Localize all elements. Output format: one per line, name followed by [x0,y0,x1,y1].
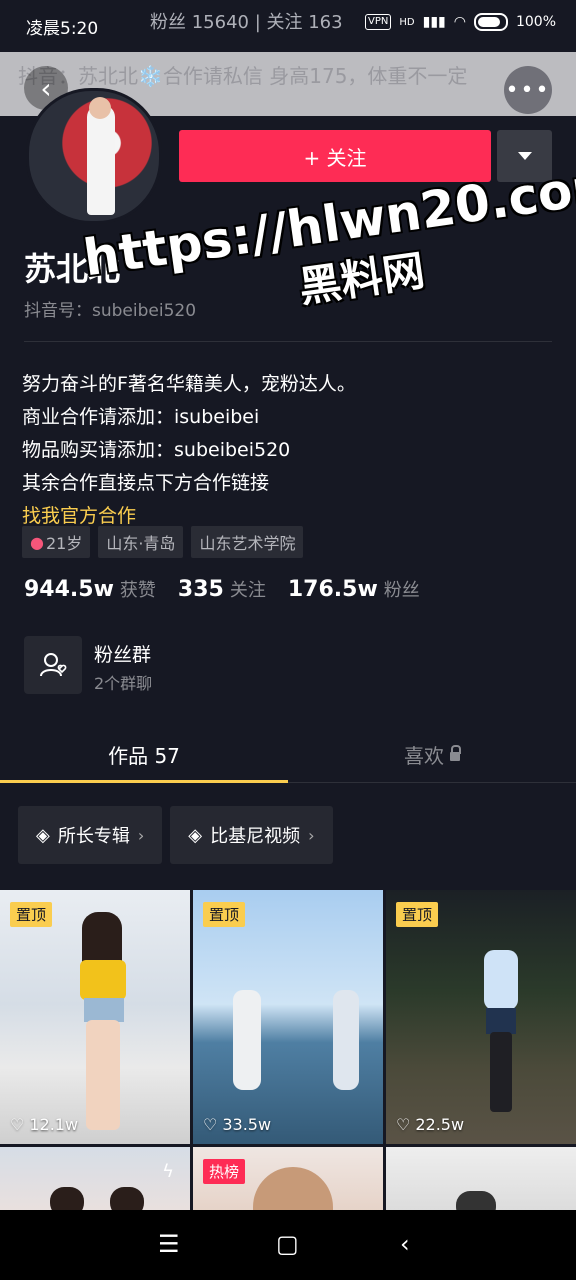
likes-count: 22.5w [415,1115,465,1134]
menu-icon[interactable]: ☰ [158,1230,180,1258]
status-bar: 凌晨5:20 粉丝 15640 | 关注 163 VPN HD ▮▮▮ ◠ 10… [0,0,576,52]
profile-stats: 944.5w 获赞 335 关注 176.5w 粉丝 [24,576,420,602]
more-dots-icon: ••• [505,77,551,103]
back-icon[interactable]: ‹ [400,1230,410,1258]
tab-likes[interactable]: 喜欢 [288,726,576,782]
home-icon[interactable]: ▢ [276,1230,299,1258]
pinned-badge: 置顶 [10,902,53,927]
system-navigation-bar: ☰ ▢ ‹ [0,1210,576,1280]
fan-group-icon-box [24,636,82,694]
likes-value: 944.5w [24,577,114,602]
back-arrow-icon: ‹ [40,71,52,105]
video-likes: ♡ 22.5w [396,1115,464,1134]
status-behind-text: 粉丝 15640 | 关注 163 [150,12,343,33]
fan-group-title: 粉丝群 [94,644,152,666]
likes-count: 33.5w [222,1115,272,1134]
video-thumbnail[interactable]: 置顶 ♡ 22.5w [386,890,576,1144]
female-icon: ● [30,532,44,552]
vpn-icon: VPN [365,14,392,30]
collection-button[interactable]: ◈ 比基尼视频 › [170,806,333,864]
pinned-badge: 置顶 [396,902,439,927]
collection-label: 比基尼视频 [210,826,301,847]
avatar-head [89,97,111,119]
bio-line: 努力奋斗的F著名华籍美人，宠粉达人。 [22,373,356,395]
bio-line: 商业合作请添加：isubeibei [22,406,260,428]
profile-tags: ● 21岁 山东·青岛 山东艺术学院 [22,526,304,558]
lock-icon [450,744,461,761]
avatar[interactable] [26,88,162,224]
likes-count: 12.1w [29,1115,79,1134]
layers-icon: ◈ [36,824,50,846]
chevron-right-icon: › [308,825,315,845]
followers-label: 粉丝 [383,580,420,601]
age-tag: ● 21岁 [22,526,91,558]
followers-stat[interactable]: 176.5w 粉丝 [288,576,420,602]
followers-value: 176.5w [287,577,378,602]
chevron-right-icon: › [137,825,145,845]
status-icons: VPN HD ▮▮▮ ◠ 100% [365,13,556,31]
fan-group-entry[interactable]: 粉丝群 2个群聊 [24,636,152,694]
tab-underline [0,780,288,783]
chevron-down-icon [517,152,532,160]
follow-button[interactable]: + 关注 [179,130,491,182]
tab-likes-label: 喜欢 [404,743,444,768]
collections-row: ◈ 所长专辑 › ◈ 比基尼视频 › [18,806,333,864]
group-heart-icon [40,653,67,677]
heart-icon: ♡ [203,1115,218,1134]
network-icon: HD [399,16,415,28]
heart-icon: ♡ [396,1115,411,1134]
following-value: 335 [177,577,224,602]
layers-icon: ◈ [188,824,203,846]
video-thumbnail[interactable] [386,1147,576,1211]
location-tag: 山东·青岛 [98,526,184,558]
status-time: 凌晨5:20 [26,19,99,39]
video-thumbnail[interactable]: 置顶 ♡ 33.5w [193,890,383,1144]
heart-icon: ♡ [10,1115,25,1134]
trending-badge: 热榜 [203,1159,246,1184]
battery-icon [473,13,508,31]
bio-line: 其余合作直接点下方合作链接 [22,472,270,494]
signal-icon: ▮▮▮ [422,14,446,30]
collection-label: 所长专辑 [57,826,130,847]
avatar-figure [87,105,115,215]
battery-percent: 100% [515,14,556,30]
bio-line: 物品购买请添加：subeibei520 [22,439,291,461]
collection-button[interactable]: ◈ 所长专辑 › [18,806,163,864]
signature-preview: 抖音：苏北北❄️合作请私信 身高175，体重不一定 [18,64,468,88]
following-label: 关注 [229,580,266,601]
likes-label: 获赞 [119,580,156,601]
likes-stat: 944.5w 获赞 [24,576,156,602]
lightning-icon: ϟ [162,1161,174,1182]
video-thumbnail[interactable]: ϟ [0,1147,190,1211]
video-likes: ♡ 12.1w [10,1115,78,1134]
following-stat[interactable]: 335 关注 [178,576,266,602]
pinned-badge: 置顶 [203,902,246,927]
age-label: 21岁 [45,534,83,553]
content-tabs: 作品 57 喜欢 [0,726,576,783]
video-thumbnail[interactable]: 置顶 ♡ 12.1w [0,890,190,1144]
video-likes: ♡ 33.5w [203,1115,271,1134]
tab-works[interactable]: 作品 57 [0,726,288,782]
bio: 努力奋斗的F著名华籍美人，宠粉达人。 商业合作请添加：isubeibei 物品购… [22,368,356,533]
fan-group-subtitle: 2个群聊 [94,674,153,693]
video-thumbnail[interactable]: 热榜 [193,1147,383,1211]
school-tag: 山东艺术学院 [191,526,304,558]
wifi-icon: ◠ [453,14,466,30]
more-button[interactable]: ••• [504,66,552,114]
